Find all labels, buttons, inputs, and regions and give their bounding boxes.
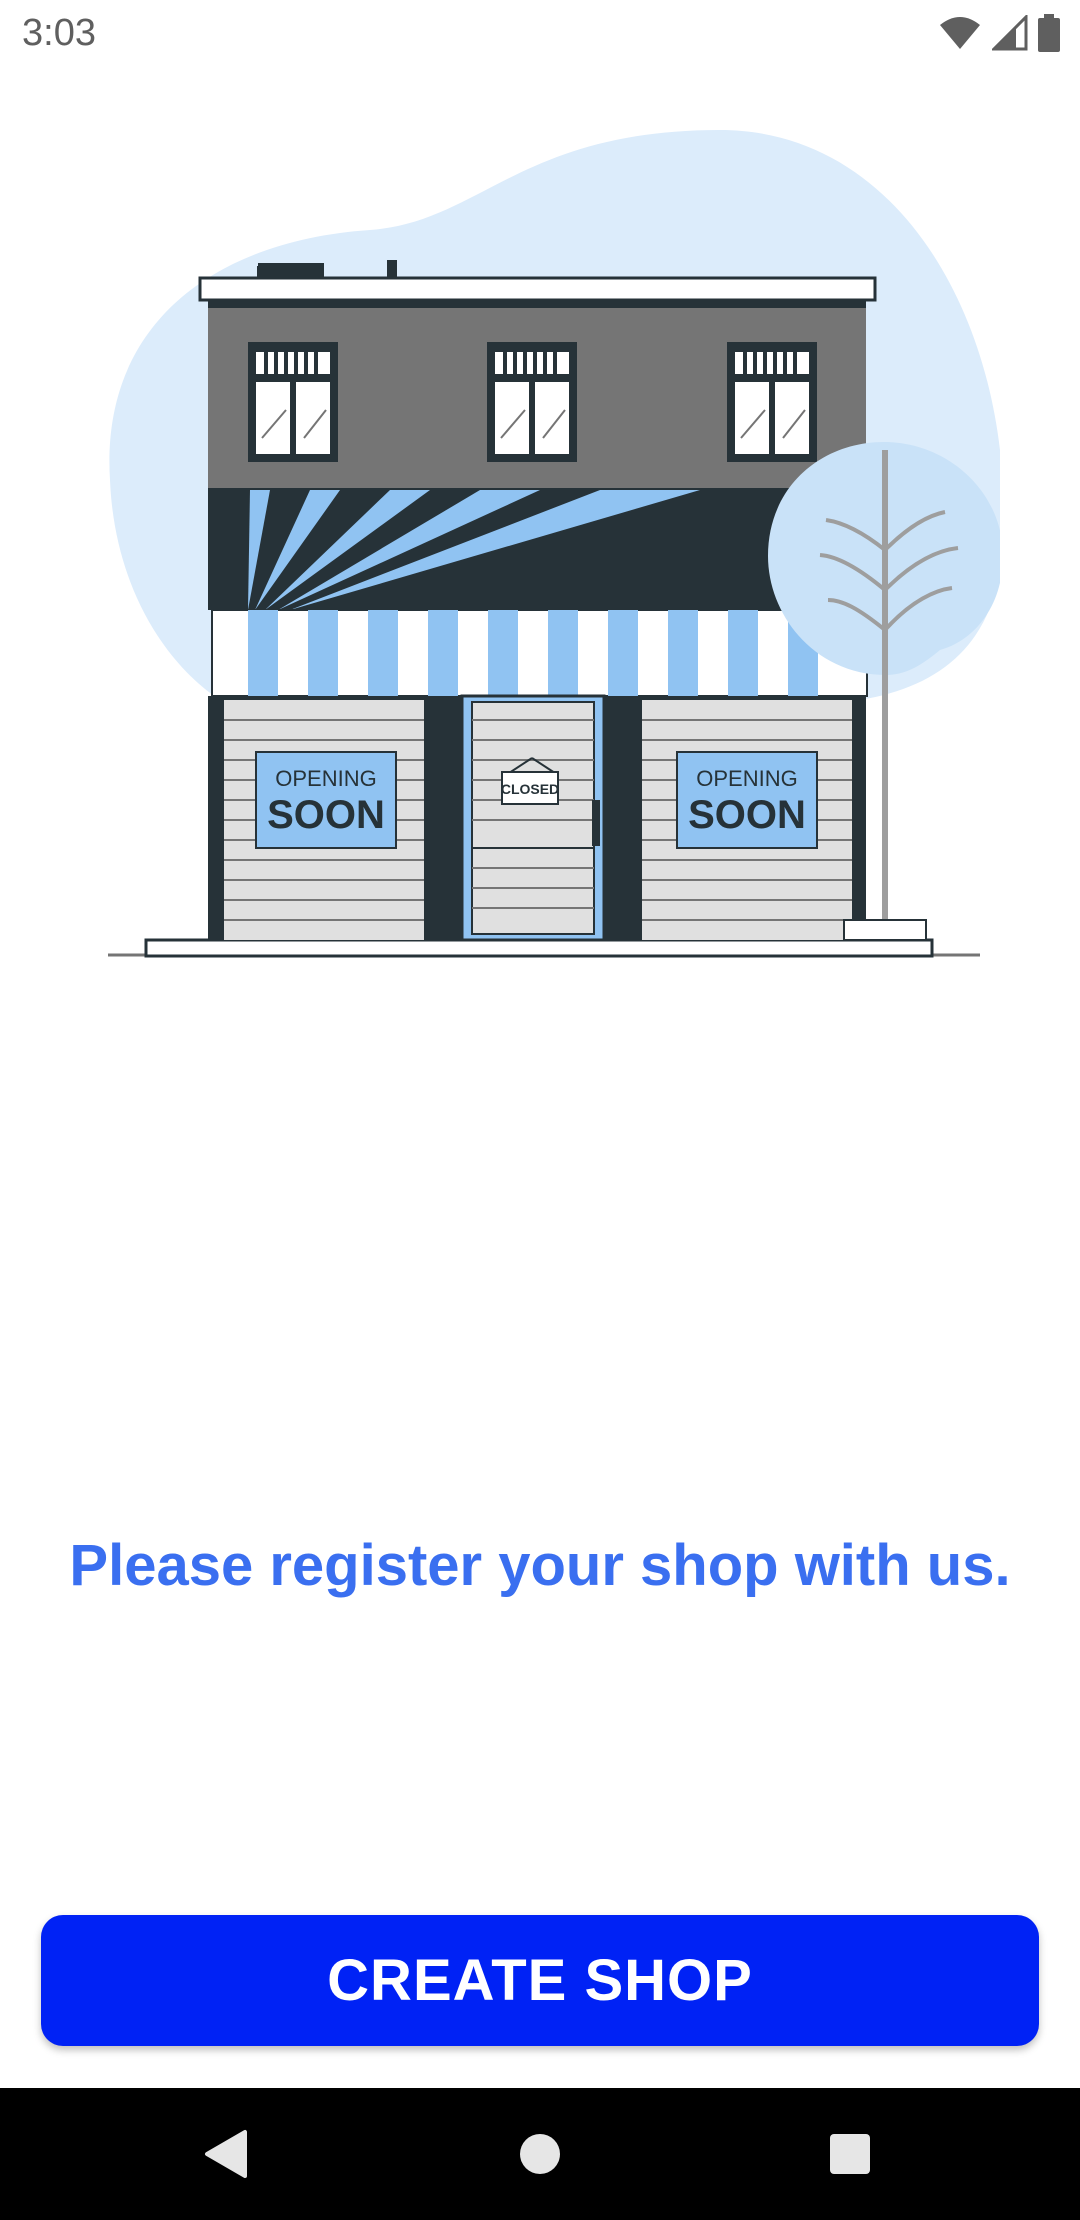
register-message: Please register your shop with us. [69, 1533, 1011, 1598]
wifi-icon [938, 15, 982, 51]
shop-building-image: CLOSED OPENING SOON OPENING SOON [108, 130, 1005, 958]
create-shop-button[interactable]: CREATE SHOP [41, 1915, 1039, 2046]
sign-left-line1: OPENING [275, 766, 376, 791]
sign-left-line2: SOON [267, 793, 385, 837]
recents-button[interactable] [790, 2088, 910, 2220]
back-icon [205, 2130, 247, 2178]
back-button[interactable] [166, 2088, 286, 2220]
sign-right-line2: SOON [688, 793, 806, 837]
shop-illustration: CLOSED OPENING SOON OPENING SOON [100, 120, 1005, 970]
recents-icon [830, 2134, 870, 2174]
sign-right-line1: OPENING [696, 766, 797, 791]
status-icons [938, 12, 1060, 54]
battery-icon [1038, 14, 1060, 52]
navigation-bar [0, 2088, 1080, 2220]
door-closed-sign: CLOSED [501, 781, 559, 797]
screen: 3:03 CLOSED OPENING SOON OPENING SOON Pl… [0, 0, 1080, 2220]
cellular-signal-icon [992, 15, 1028, 51]
status-bar: 3:03 [0, 0, 1080, 66]
status-time: 3:03 [22, 12, 96, 54]
home-button[interactable] [480, 2088, 600, 2220]
home-icon [520, 2134, 560, 2174]
